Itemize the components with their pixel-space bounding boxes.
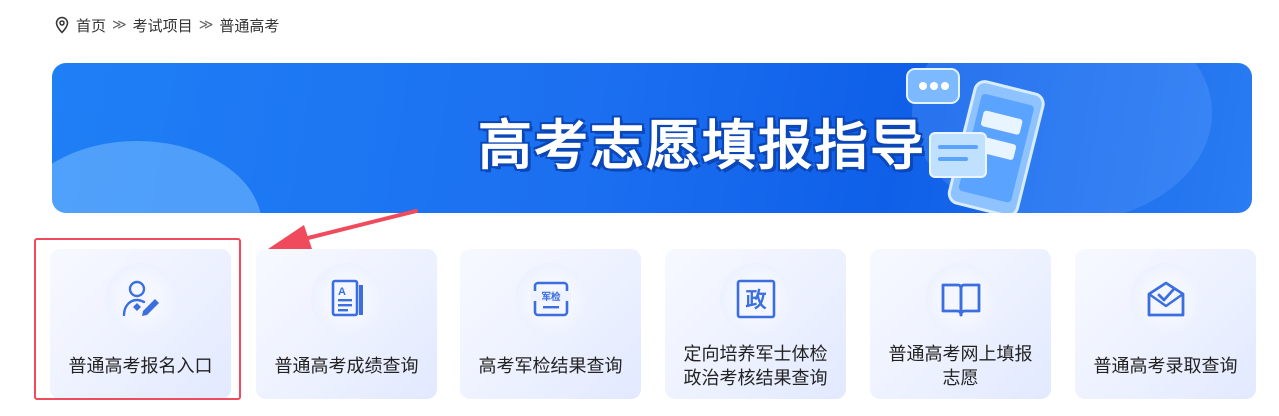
politics-icon-text: 政	[745, 288, 767, 312]
breadcrumb-separator: ≫	[112, 17, 127, 33]
card-label: 高考军检结果查询	[478, 356, 623, 377]
card-icon-wrap: 政	[719, 263, 792, 335]
card-icon-wrap	[104, 263, 177, 335]
card-online-application[interactable]: 普通高考网上填报志愿	[870, 249, 1051, 399]
card-politics-check-query[interactable]: 政 定向培养军士体检政治考核结果查询	[665, 249, 846, 399]
military-check-icon-text: 军检	[541, 291, 561, 303]
location-pin-icon	[55, 16, 69, 34]
envelope-check-icon	[1147, 281, 1184, 317]
svg-text:A: A	[338, 286, 346, 298]
card-admission-query[interactable]: 普通高考录取查询	[1075, 249, 1256, 399]
card-label: 普通高考录取查询	[1093, 356, 1238, 377]
user-pen-icon	[122, 280, 159, 317]
military-check-icon: 军检	[530, 281, 571, 317]
card-score-query[interactable]: A 普通高考成绩查询	[256, 249, 437, 399]
card-registration[interactable]: 普通高考报名入口	[50, 249, 231, 399]
breadcrumb-separator: ≫	[198, 17, 214, 33]
card-label: 普通高考成绩查询	[274, 356, 419, 377]
card-label: 普通高考网上填报志愿	[888, 344, 1033, 389]
breadcrumb-exam-projects[interactable]: 考试项目	[133, 15, 193, 36]
card-icon-wrap	[1129, 263, 1202, 335]
phone-chat-illustration-icon	[906, 68, 1045, 213]
document-a-icon: A	[331, 279, 363, 317]
breadcrumb-current[interactable]: 普通高考	[219, 15, 279, 36]
card-military-check-query[interactable]: 军检 高考军检结果查询	[460, 249, 641, 399]
politics-icon: 政	[736, 279, 775, 319]
card-icon-wrap: 军检	[514, 263, 587, 335]
breadcrumb-home[interactable]: 首页	[76, 15, 106, 36]
card-icon-wrap	[924, 263, 997, 335]
card-icon-wrap: A	[310, 263, 383, 335]
card-label: 定向培养军士体检政治考核结果查询	[683, 344, 828, 389]
open-book-icon	[941, 283, 980, 317]
breadcrumb: 首页 ≫ 考试项目 ≫ 普通高考	[54, 14, 279, 36]
card-label: 普通高考报名入口	[68, 356, 213, 377]
guide-banner[interactable]: 高考志愿填报指导	[52, 63, 1252, 213]
